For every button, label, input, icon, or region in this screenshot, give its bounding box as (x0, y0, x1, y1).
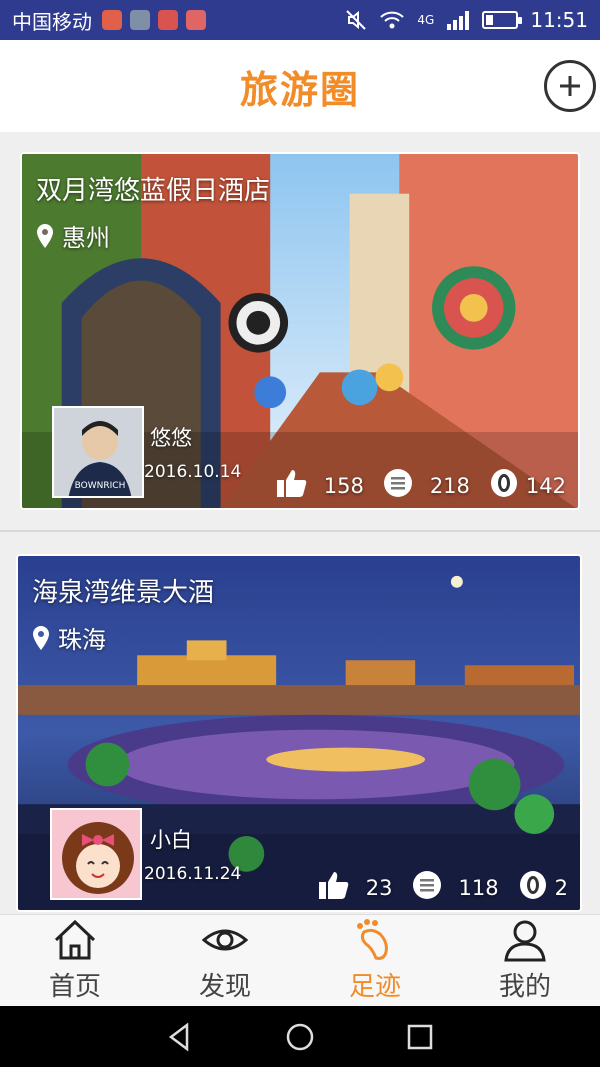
like-stat[interactable]: 158 (276, 468, 364, 498)
eye-icon (202, 929, 248, 951)
location-pin-icon (33, 625, 49, 650)
user-avatar-image: BOWNRICH (54, 408, 142, 496)
mute-icon (346, 10, 367, 30)
view-icon (490, 469, 517, 497)
post-stats: 158 218 142 (258, 468, 566, 498)
signal-icon (447, 11, 470, 30)
app-header: 旅游圈 (0, 40, 600, 132)
network-type: 4G (417, 13, 435, 27)
system-nav-bar (0, 1006, 600, 1067)
post-date: 2016.11.24 (144, 864, 242, 884)
sim-notification-icon (102, 10, 122, 30)
avatar[interactable] (50, 808, 142, 900)
post-card[interactable]: 海泉湾维景大酒 珠海 小白 2016.11.24 23 118 2 (16, 554, 582, 912)
post-author: 悠悠 (150, 426, 192, 450)
comment-stat[interactable]: 218 (382, 468, 470, 498)
home-icon (54, 919, 96, 960)
footprint-icon (357, 919, 388, 960)
avatar[interactable]: BOWNRICH (52, 406, 144, 498)
like-stat[interactable]: 23 (318, 870, 393, 900)
tab-home[interactable]: 首页 (0, 915, 150, 1006)
thumbs-up-icon (318, 872, 349, 899)
post-author: 小白 (150, 828, 192, 852)
tab-discover[interactable]: 发现 (150, 915, 300, 1006)
view-stat: 2 (517, 870, 568, 900)
tab-profile[interactable]: 我的 (450, 915, 600, 1006)
view-count: 142 (525, 474, 566, 498)
carrier-name: 中国移动 (12, 9, 92, 34)
blocked-notification-icon (158, 10, 178, 30)
tab-label: 足迹 (348, 972, 401, 1002)
post-title: 海泉湾维景大酒 (32, 578, 215, 608)
tab-label: 我的 (498, 972, 551, 1002)
plus-circle-icon (560, 76, 580, 96)
tab-label: 首页 (48, 972, 101, 1002)
tab-label: 发现 (198, 972, 251, 1002)
like-count: 23 (365, 876, 393, 900)
clock: 11:51 (530, 8, 588, 32)
status-right: 4G 11:51 (345, 8, 588, 32)
battery-icon (482, 11, 523, 29)
comment-icon (412, 871, 441, 899)
comment-icon (383, 469, 412, 497)
post-location: 惠州 (36, 218, 110, 253)
post-location-text: 珠海 (58, 626, 106, 654)
post-title: 双月湾悠蓝假日酒店 (36, 176, 271, 206)
tab-footprints[interactable]: 足迹 (300, 915, 450, 1006)
wifi-icon (380, 11, 405, 29)
back-icon[interactable] (165, 1022, 195, 1052)
notification-icons (102, 10, 206, 30)
post-card[interactable]: 双月湾悠蓝假日酒店 惠州 BOWNRICH 悠悠 2016.10.14 158 … (20, 152, 580, 510)
user-icon (504, 920, 546, 962)
comment-stat[interactable]: 118 (411, 870, 499, 900)
thumbs-up-icon (276, 470, 306, 497)
map-notification-icon (186, 10, 206, 30)
user-avatar-image (52, 810, 140, 898)
svg-text:BOWNRICH: BOWNRICH (75, 481, 126, 491)
post-date: 2016.10.14 (144, 462, 242, 482)
status-bar: 中国移动 4G 11:51 (0, 0, 600, 40)
gallery-notification-icon (130, 10, 150, 30)
home-button-icon[interactable] (285, 1022, 315, 1052)
post-feed[interactable]: 双月湾悠蓝假日酒店 惠州 BOWNRICH 悠悠 2016.10.14 158 … (0, 132, 600, 914)
view-count: 2 (554, 876, 568, 900)
comment-count: 118 (458, 876, 499, 900)
post-location: 珠海 (32, 620, 106, 655)
divider (0, 530, 600, 532)
bottom-tab-bar: 首页 发现 足迹 我的 (0, 914, 600, 1006)
post-location-text: 惠州 (62, 224, 110, 252)
post-stats: 23 118 2 (300, 870, 568, 900)
comment-count: 218 (429, 474, 470, 498)
view-icon (519, 871, 546, 899)
location-pin-icon (37, 223, 53, 248)
recents-icon[interactable] (405, 1022, 435, 1052)
add-post-button[interactable] (544, 60, 596, 112)
like-count: 158 (323, 474, 364, 498)
page-title: 旅游圈 (239, 67, 360, 112)
view-stat: 142 (488, 468, 566, 498)
